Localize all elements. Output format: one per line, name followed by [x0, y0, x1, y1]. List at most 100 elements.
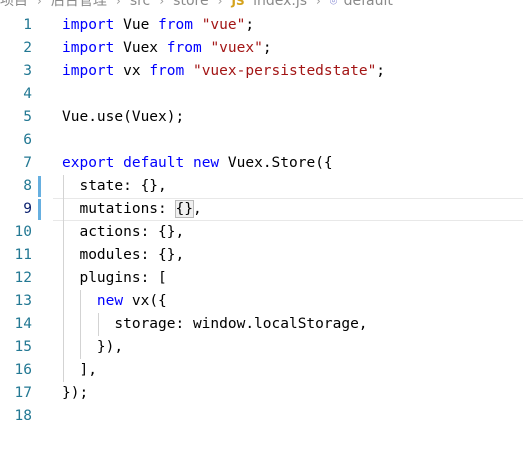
line-number: 15: [14, 339, 32, 355]
code-token: ;: [262, 40, 272, 56]
js-file-icon: JS: [231, 0, 245, 8]
line-number: 3: [23, 63, 32, 79]
code-text: state: {},: [62, 175, 167, 198]
symbol-icon: ⌾: [329, 0, 338, 8]
code-line[interactable]: 13 new vx({: [0, 290, 523, 313]
code-token: Vue: [114, 17, 159, 33]
keyword-token: new: [96, 293, 124, 309]
code-text: modules: {},: [62, 244, 184, 267]
code-line[interactable]: 3 import vx from "vuex-persistedstate";: [0, 60, 523, 83]
code-token: });: [62, 385, 89, 401]
code-text: import vx from "vuex-persistedstate";: [62, 60, 385, 83]
code-text: plugins: [: [62, 267, 167, 290]
code-line[interactable]: 8 state: {},: [0, 175, 523, 198]
keyword-token: import: [62, 63, 115, 79]
code-token: ],: [62, 362, 97, 378]
code-token: vx({: [123, 293, 167, 309]
code-token: mutations:: [62, 201, 176, 217]
line-number: 16: [14, 362, 32, 378]
breadcrumb-item-admin[interactable]: 后台管理: [51, 0, 107, 11]
code-line[interactable]: 17});: [0, 382, 523, 405]
line-number: 5: [23, 109, 32, 125]
code-text: export default new Vuex.Store({: [62, 152, 333, 175]
code-text: ],: [62, 359, 97, 382]
code-token: Vuex: [114, 40, 167, 56]
keyword-token: from: [166, 40, 202, 56]
code-line[interactable]: 1 import Vue from "vue";: [0, 14, 523, 37]
code-line[interactable]: 7 export default new Vuex.Store({: [0, 152, 523, 175]
string-token: "vuex-persistedstate": [192, 63, 377, 79]
chevron-right-icon: ›: [316, 0, 321, 8]
line-number: 9: [23, 201, 32, 217]
code-token: vx: [114, 63, 150, 79]
line-number: 18: [14, 408, 32, 424]
keyword-token: import: [62, 40, 115, 56]
line-number: 17: [14, 385, 32, 401]
breadcrumb-item-store[interactable]: store: [173, 0, 208, 11]
line-number: 2: [23, 40, 32, 56]
line-number: 10: [14, 224, 32, 240]
code-token: }),: [62, 339, 124, 355]
code-line[interactable]: 6: [0, 129, 523, 152]
code-text: new vx({: [62, 290, 167, 313]
code-line[interactable]: 5 Vue.use(Vuex);: [0, 106, 523, 129]
modified-line-marker[interactable]: [38, 199, 41, 220]
code-text: actions: {},: [62, 221, 184, 244]
code-token: Vuex.Store({: [219, 155, 333, 171]
code-line[interactable]: 4: [0, 83, 523, 106]
breadcrumb-item-project[interactable]: 项目: [0, 0, 28, 11]
keyword-token: import: [62, 17, 115, 33]
line-number: 13: [14, 293, 32, 309]
code-line[interactable]: 10 actions: {},: [0, 221, 523, 244]
chevron-right-icon: ›: [217, 0, 223, 8]
code-text: mutations: {},: [62, 198, 202, 221]
code-line[interactable]: 9 mutations: {},: [0, 198, 523, 221]
modified-line-marker[interactable]: [38, 176, 41, 197]
chevron-right-icon: ›: [37, 0, 42, 8]
code-text: import Vuex from "vuex";: [62, 37, 272, 60]
keyword-token: default: [123, 155, 185, 171]
code-text: }),: [62, 336, 123, 359]
code-line[interactable]: 16 ],: [0, 359, 523, 382]
code-line[interactable]: 11 modules: {},: [0, 244, 523, 267]
line-number: 6: [23, 132, 32, 148]
code-line[interactable]: 15 }),: [0, 336, 523, 359]
line-number: 4: [23, 86, 32, 102]
line-number: 8: [23, 178, 32, 194]
code-line[interactable]: 14 storage: window.localStorage,: [0, 313, 523, 336]
code-text: Vue.use(Vuex);: [62, 106, 184, 129]
code-token: modules: {},: [62, 247, 185, 263]
line-number: 12: [14, 270, 32, 286]
bracket-match-highlight: {}: [174, 200, 194, 218]
line-number: 7: [23, 155, 32, 171]
code-token: ,: [192, 201, 202, 217]
keyword-token: new: [192, 155, 220, 171]
breadcrumb-item-symbol[interactable]: default: [344, 0, 393, 11]
code-line[interactable]: 18: [0, 405, 523, 428]
line-number: 14: [14, 316, 32, 332]
code-token: state: {},: [62, 178, 167, 194]
code-token: storage: window.localStorage,: [62, 316, 368, 332]
string-token: "vuex": [210, 40, 263, 56]
keyword-token: export: [62, 155, 115, 171]
code-line[interactable]: 2 import Vuex from "vuex";: [0, 37, 523, 60]
code-token: actions: {},: [62, 224, 185, 240]
chevron-right-icon: ›: [115, 0, 121, 8]
breadcrumb-item-src[interactable]: src: [130, 0, 150, 11]
code-text: storage: window.localStorage,: [62, 313, 368, 336]
chevron-right-icon: ›: [159, 0, 165, 8]
code-editor[interactable]: 1 import Vue from "vue"; 2 import Vuex from…: [0, 14, 523, 428]
keyword-token: from: [149, 63, 185, 79]
breadcrumb-item-file[interactable]: index.js: [253, 0, 307, 11]
line-number: 1: [23, 17, 32, 33]
code-token: plugins: [: [62, 270, 167, 286]
code-token: ;: [245, 17, 255, 33]
code-line[interactable]: 12 plugins: [: [0, 267, 523, 290]
code-text: });: [62, 382, 88, 405]
keyword-token: from: [158, 17, 193, 33]
